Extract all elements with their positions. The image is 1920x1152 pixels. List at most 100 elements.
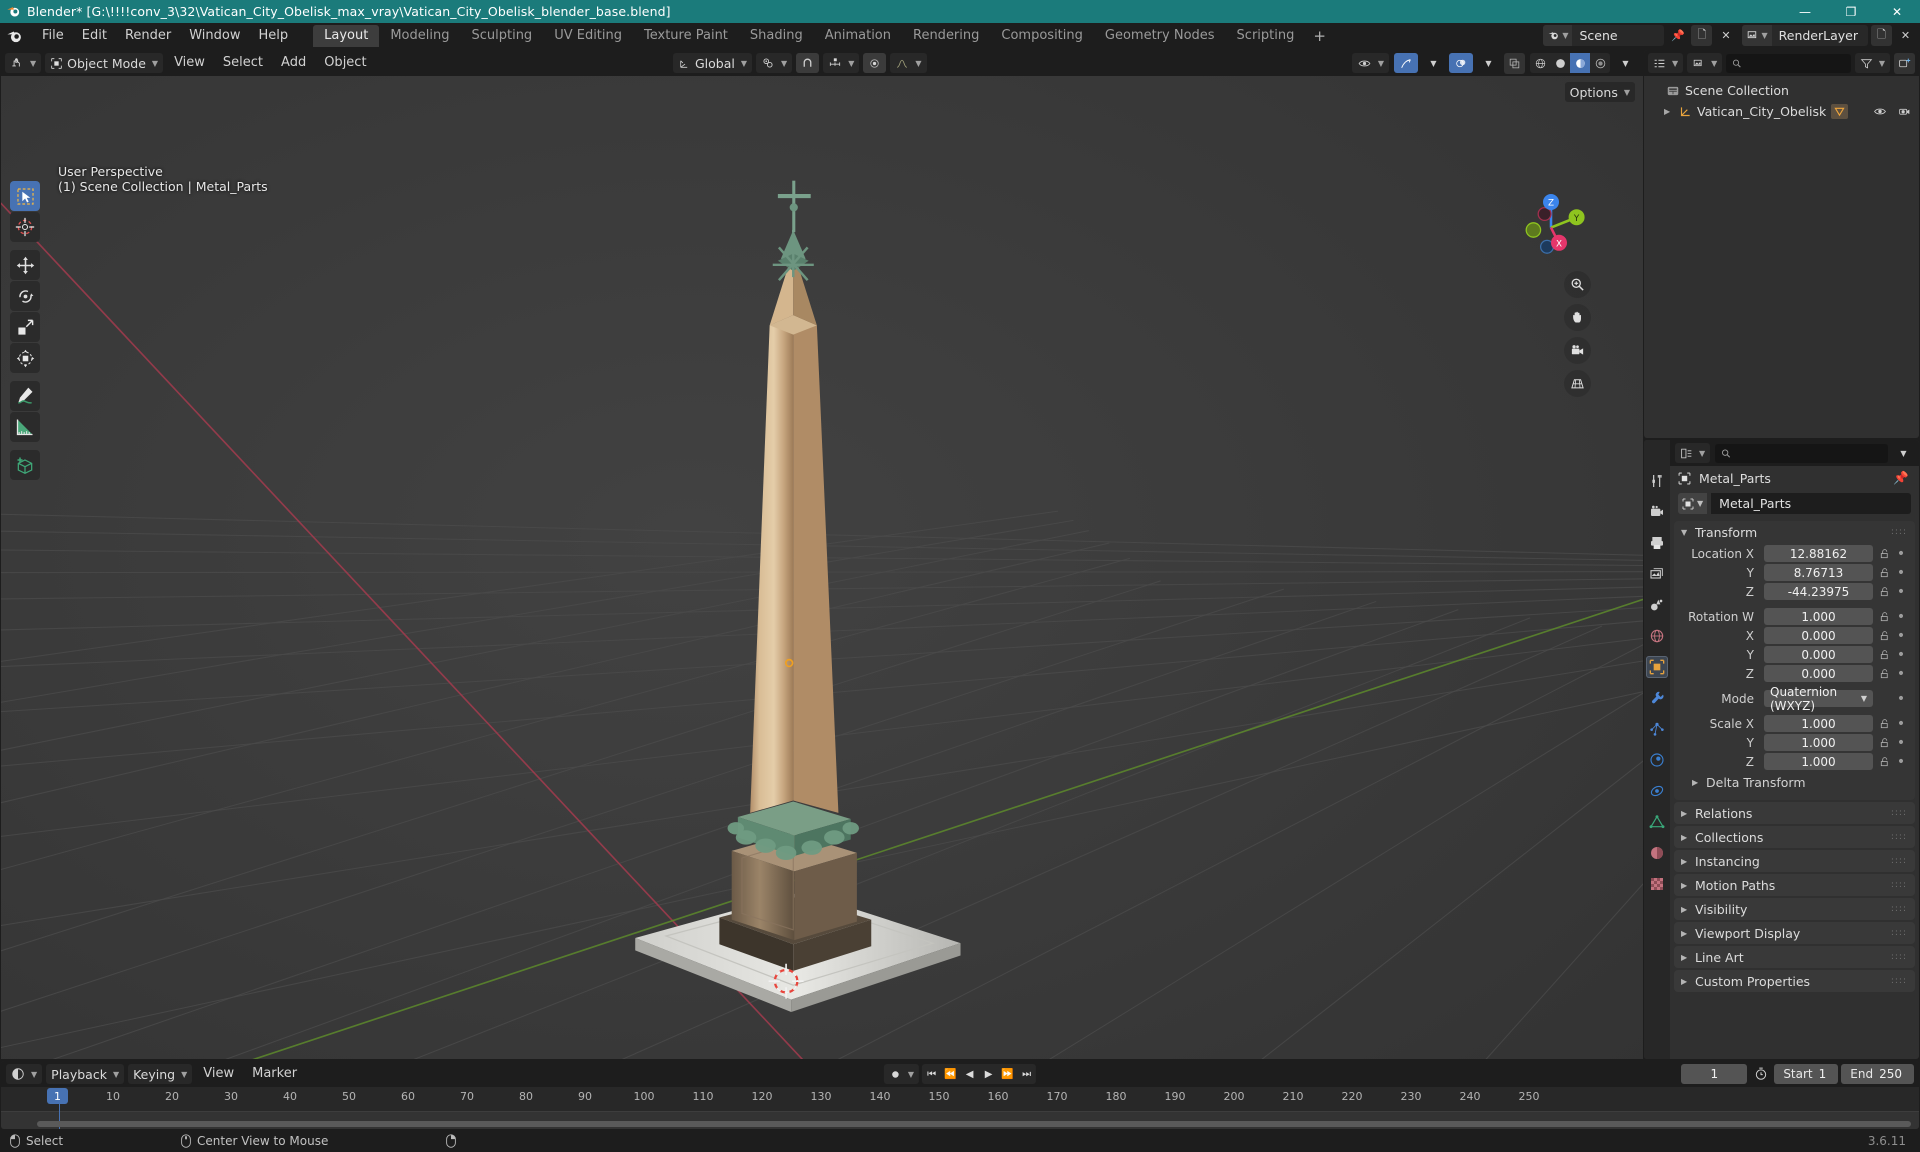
snap-magnet-toggle[interactable] [796, 53, 820, 73]
new-collection-button[interactable] [1894, 52, 1915, 74]
add-workspace-button[interactable]: + [1305, 25, 1334, 47]
select-box-tool[interactable] [10, 181, 40, 211]
animate-property-icon[interactable]: • [1895, 547, 1907, 561]
play-button[interactable]: ▶ [979, 1064, 998, 1084]
maximize-button[interactable]: ❐ [1828, 0, 1874, 23]
timeline-menu-marker[interactable]: Marker [245, 1064, 304, 1084]
tab-sculpting[interactable]: Sculpting [460, 25, 543, 47]
xray-toggle[interactable] [1504, 52, 1525, 74]
timeline-menu-playback[interactable]: Playback ▼ [46, 1064, 125, 1084]
animate-property-icon[interactable]: • [1895, 629, 1907, 643]
modifier-tab[interactable] [1646, 687, 1668, 709]
motion-paths-panel-header[interactable]: ▶ Motion Paths :::: [1674, 874, 1915, 896]
lock-icon[interactable] [1877, 630, 1891, 642]
lock-icon[interactable] [1877, 737, 1891, 749]
end-frame-field[interactable]: End 250 [1841, 1064, 1914, 1084]
tab-compositing[interactable]: Compositing [990, 25, 1094, 47]
new-viewlayer-button[interactable]: 🗋 [1871, 25, 1892, 46]
motion-paths-panel[interactable]: ▶ Motion Paths :::: [1674, 874, 1915, 896]
viewport-menu-select[interactable]: Select [216, 53, 270, 73]
rotation-mode-dropdown[interactable]: Quaternion (WXYZ) ▼ [1764, 685, 1873, 713]
tab-layout[interactable]: Layout [313, 25, 380, 47]
animate-property-icon[interactable]: • [1895, 692, 1907, 706]
outliner-search-input[interactable] [1746, 56, 1845, 70]
animate-property-icon[interactable]: • [1895, 648, 1907, 662]
disable-in-renders-icon[interactable] [1898, 105, 1911, 118]
editor-type-button[interactable]: ▼ [5, 53, 42, 73]
shading-solid[interactable] [1550, 53, 1570, 73]
annotate-tool[interactable] [10, 381, 40, 411]
world-tab[interactable] [1646, 625, 1668, 647]
tab-geometry-nodes[interactable]: Geometry Nodes [1094, 25, 1226, 47]
start-frame-field[interactable]: Start 1 [1774, 1064, 1839, 1084]
rotation-x-field[interactable]: 0.000 [1764, 627, 1873, 644]
outliner-row-vatican-city-obelisk[interactable]: ▶ Vatican_City_Obelisk [1644, 101, 1919, 122]
properties-editor-type-button[interactable]: ▼ [1675, 443, 1711, 463]
constraints-tab[interactable] [1646, 780, 1668, 802]
rotation-y-field[interactable]: 0.000 [1764, 646, 1873, 663]
lock-icon[interactable] [1877, 718, 1891, 730]
current-frame-field[interactable]: 1 [1681, 1064, 1748, 1084]
tab-scripting[interactable]: Scripting [1226, 25, 1306, 47]
instancing-panel[interactable]: ▶ Instancing :::: [1674, 850, 1915, 872]
viewlayer-selector[interactable]: ▼ RenderLayer [1742, 25, 1868, 46]
delta-transform-subpanel[interactable]: ▶ Delta Transform [1682, 772, 1907, 792]
pan-icon[interactable] [1563, 304, 1591, 331]
scene-icon[interactable]: ▼ [1543, 25, 1573, 46]
particles-tab[interactable] [1646, 718, 1668, 740]
snap-pivot-dropdown[interactable]: ▼ [756, 53, 793, 73]
object-tab[interactable] [1646, 656, 1668, 678]
properties-search-input[interactable] [1736, 446, 1882, 460]
minimize-button[interactable]: — [1782, 0, 1828, 23]
add-cube-tool[interactable] [10, 450, 40, 480]
rotate-tool[interactable] [10, 281, 40, 311]
timeline-editor-type-button[interactable]: ▼ [6, 1064, 43, 1084]
animate-property-icon[interactable]: • [1895, 610, 1907, 624]
camera-icon[interactable] [1563, 337, 1591, 364]
collections-panel-header[interactable]: ▶ Collections :::: [1674, 826, 1915, 848]
shading-rendered[interactable] [1590, 53, 1610, 73]
menu-window[interactable]: Window [180, 25, 249, 47]
viewport-display-panel[interactable]: ▶ Viewport Display :::: [1674, 922, 1915, 944]
tool-tab[interactable] [1646, 470, 1668, 492]
pin-id-icon[interactable]: 📌 [1893, 470, 1909, 486]
animate-property-icon[interactable]: • [1895, 755, 1907, 769]
render-tab[interactable] [1646, 501, 1668, 523]
animate-property-icon[interactable]: • [1895, 717, 1907, 731]
shading-material-preview[interactable] [1570, 53, 1590, 73]
material-tab[interactable] [1646, 842, 1668, 864]
lock-icon[interactable] [1877, 611, 1891, 623]
lock-icon[interactable] [1877, 567, 1891, 579]
overlays-dropdown[interactable]: ▼ [1478, 53, 1499, 74]
gizmo-dropdown[interactable]: ▼ [1423, 53, 1444, 74]
visibility-dropdown[interactable]: ▼ [1351, 53, 1389, 73]
viewport-canvas[interactable] [1, 76, 1643, 1059]
properties-options-dropdown[interactable]: ▼ [1893, 443, 1914, 464]
viewport-menu-add[interactable]: Add [274, 53, 313, 73]
tab-texture-paint[interactable]: Texture Paint [633, 25, 739, 47]
tab-uv-editing[interactable]: UV Editing [543, 25, 633, 47]
scene-name[interactable]: Scene [1572, 28, 1664, 43]
proportional-edit-toggle[interactable] [863, 53, 887, 73]
object-id-icon[interactable]: ▼ [1678, 493, 1708, 514]
data-tab[interactable] [1646, 811, 1668, 833]
outliner-editor-type-button[interactable]: ▼ [1648, 53, 1684, 73]
lock-icon[interactable] [1877, 756, 1891, 768]
close-button[interactable]: ✕ [1874, 0, 1920, 23]
lock-icon[interactable] [1877, 668, 1891, 680]
rotation-z-field[interactable]: 0.000 [1764, 665, 1873, 682]
collections-panel[interactable]: ▶ Collections :::: [1674, 826, 1915, 848]
visibility-panel[interactable]: ▶ Visibility :::: [1674, 898, 1915, 920]
animate-property-icon[interactable]: • [1895, 667, 1907, 681]
scale-z-field[interactable]: 1.000 [1764, 753, 1873, 770]
app-blender-icon[interactable] [6, 28, 23, 45]
properties-search-box[interactable] [1715, 443, 1888, 463]
shading-dropdown[interactable]: ▼ [1615, 53, 1636, 74]
object-name-field[interactable]: Metal_Parts [1711, 493, 1911, 514]
lock-icon[interactable] [1877, 548, 1891, 560]
viewport-3d[interactable]: User Perspective (1) Scene Collection | … [1, 76, 1643, 1059]
view-layer-tab[interactable] [1646, 563, 1668, 585]
location-z-field[interactable]: -44.23975 [1764, 583, 1873, 600]
move-tool[interactable] [10, 250, 40, 280]
viewlayer-icon[interactable]: ▼ [1742, 25, 1772, 46]
